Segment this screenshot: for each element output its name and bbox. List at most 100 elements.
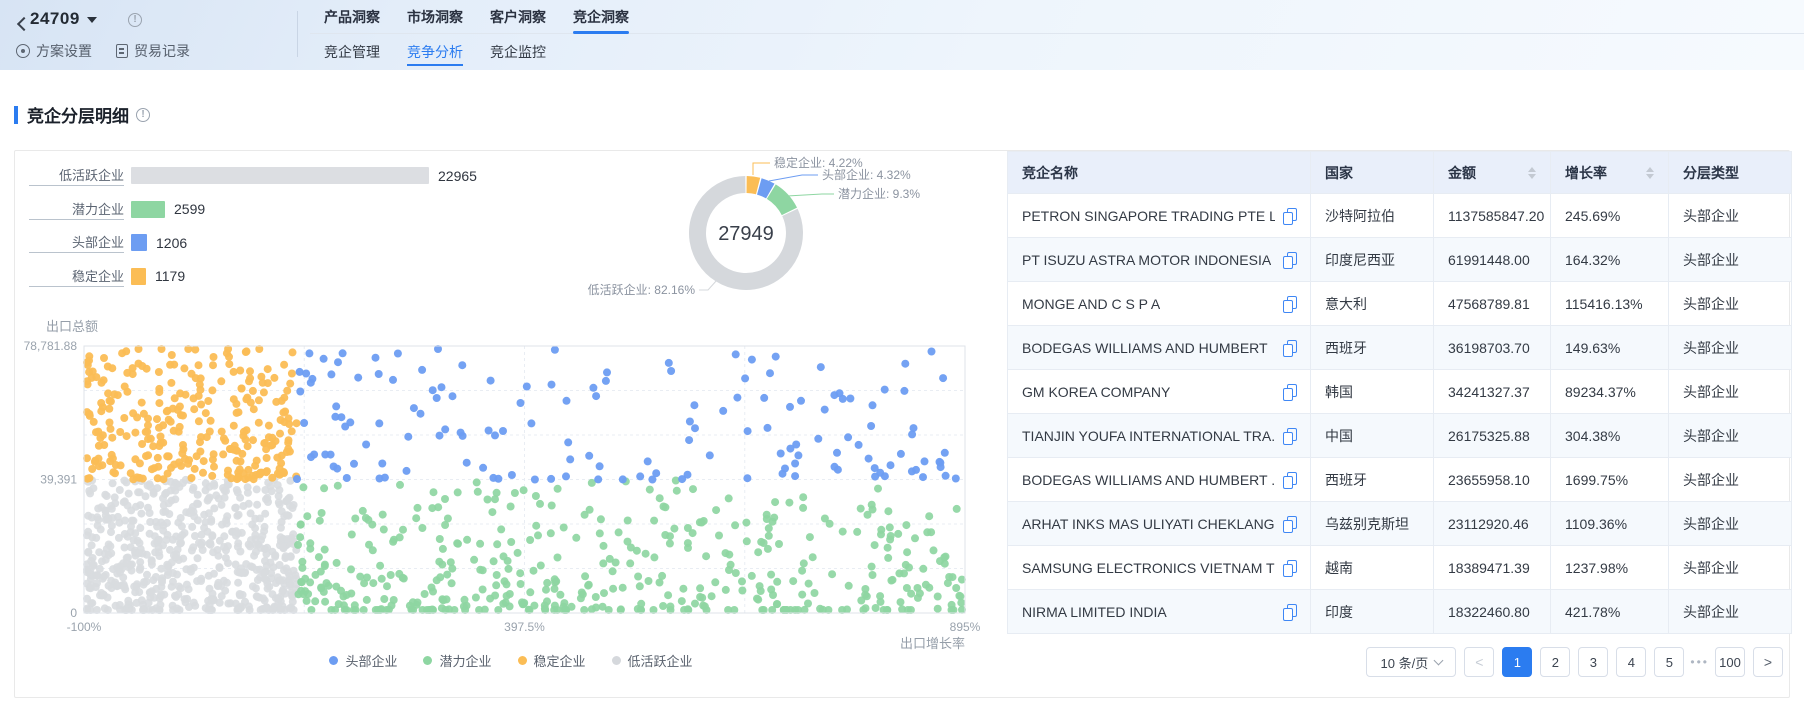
scatter-point[interactable] (658, 572, 666, 580)
scatter-point[interactable] (188, 547, 196, 555)
scatter-point[interactable] (921, 457, 929, 465)
scatter-point[interactable] (494, 475, 502, 483)
scatter-point[interactable] (155, 399, 163, 407)
scatter-point[interactable] (296, 533, 304, 541)
scatter-point[interactable] (110, 390, 118, 398)
scatter-point[interactable] (363, 596, 371, 604)
section-info-icon[interactable]: ! (136, 108, 150, 122)
scatter-point[interactable] (122, 478, 130, 486)
scatter-point[interactable] (531, 476, 539, 484)
scatter-point[interactable] (306, 578, 314, 586)
scatter-point[interactable] (167, 487, 175, 495)
scatter-point[interactable] (691, 600, 699, 608)
scatter-point[interactable] (89, 484, 97, 492)
scatter-point[interactable] (253, 501, 261, 509)
scatter-point[interactable] (794, 451, 802, 459)
scatter-point[interactable] (138, 596, 146, 604)
scatter-point[interactable] (235, 511, 243, 519)
scatter-point[interactable] (146, 530, 154, 538)
scatter-point[interactable] (634, 573, 642, 581)
scatter-point[interactable] (210, 353, 218, 361)
scatter-point[interactable] (562, 472, 570, 480)
scatter-point[interactable] (236, 367, 244, 375)
scatter-point[interactable] (255, 396, 263, 404)
scatter-point[interactable] (347, 565, 355, 573)
plan-settings-button[interactable]: 方案设置 (16, 41, 92, 61)
scatter-point[interactable] (691, 424, 699, 432)
scatter-point[interactable] (212, 491, 220, 499)
scatter-point[interactable] (684, 524, 692, 532)
scatter-point[interactable] (661, 503, 669, 511)
scatter-point[interactable] (652, 469, 660, 477)
scatter-point[interactable] (934, 593, 942, 601)
scatter-point[interactable] (246, 367, 254, 375)
scatter-point[interactable] (129, 409, 137, 417)
company-link[interactable]: ARHAT INKS MAS ULIYATI CHEKLANG... (1022, 516, 1275, 532)
scatter-point[interactable] (861, 591, 869, 599)
scatter-point[interactable] (650, 553, 658, 561)
page-button-2[interactable]: 2 (1540, 647, 1570, 677)
scatter-point[interactable] (753, 595, 761, 603)
scatter-point[interactable] (389, 376, 397, 384)
donut-slice-2[interactable] (771, 192, 789, 212)
scatter-point[interactable] (584, 582, 592, 590)
scatter-point[interactable] (438, 383, 446, 391)
scatter-point[interactable] (129, 370, 137, 378)
scatter-point[interactable] (719, 407, 727, 415)
copy-icon[interactable] (1283, 384, 1296, 399)
scatter-point[interactable] (258, 532, 266, 540)
scatter-point[interactable] (260, 388, 268, 396)
scatter-point[interactable] (908, 430, 916, 438)
scatter-point[interactable] (805, 580, 813, 588)
scatter-point[interactable] (131, 429, 139, 437)
scatter-point[interactable] (665, 359, 673, 367)
page-button-5[interactable]: 5 (1654, 647, 1684, 677)
scatter-point[interactable] (264, 365, 272, 373)
scatter-point[interactable] (461, 596, 469, 604)
scatter-point[interactable] (182, 391, 190, 399)
scatter-point[interactable] (814, 435, 822, 443)
scatter-point[interactable] (116, 562, 124, 570)
copy-icon[interactable] (1283, 208, 1296, 223)
scheme-title-dropdown[interactable]: 24709 (30, 9, 97, 29)
scatter-point[interactable] (179, 441, 187, 449)
scatter-point[interactable] (167, 379, 175, 387)
scatter-point[interactable] (132, 503, 140, 511)
scatter-point[interactable] (160, 591, 168, 599)
scatter-point[interactable] (320, 484, 328, 492)
scatter-point[interactable] (284, 495, 292, 503)
scatter-point[interactable] (327, 370, 335, 378)
scatter-point[interactable] (202, 479, 210, 487)
scatter-point[interactable] (194, 554, 202, 562)
scatter-point[interactable] (772, 353, 780, 361)
scatter-point[interactable] (249, 387, 257, 395)
legend-item[interactable]: 稳定企业 (518, 651, 586, 670)
scatter-point[interactable] (165, 452, 173, 460)
scatter-point[interactable] (884, 554, 892, 562)
scatter-point[interactable] (678, 597, 686, 605)
scatter-point[interactable] (288, 427, 296, 435)
scatter-point[interactable] (235, 474, 243, 482)
scatter-point[interactable] (362, 441, 370, 449)
scatter-point[interactable] (276, 561, 284, 569)
scatter-point[interactable] (428, 504, 436, 512)
scatter-point[interactable] (449, 392, 457, 400)
scatter-point[interactable] (127, 543, 135, 551)
scatter-point[interactable] (267, 442, 275, 450)
scatter-point[interactable] (186, 509, 194, 517)
scatter-point[interactable] (175, 458, 183, 466)
scatter-point[interactable] (153, 523, 161, 531)
scatter-point[interactable] (642, 550, 650, 558)
scatter-point[interactable] (121, 583, 129, 591)
scatter-point[interactable] (105, 405, 113, 413)
scatter-point[interactable] (666, 540, 674, 548)
scatter-point[interactable] (289, 598, 297, 606)
page-button-1[interactable]: 1 (1502, 647, 1532, 677)
page-button-3[interactable]: 3 (1578, 647, 1608, 677)
scatter-point[interactable] (117, 461, 125, 469)
scatter-point[interactable] (286, 380, 294, 388)
scatter-point[interactable] (155, 552, 163, 560)
scatter-point[interactable] (526, 536, 534, 544)
scatter-point[interactable] (123, 432, 131, 440)
scatter-point[interactable] (907, 590, 915, 598)
